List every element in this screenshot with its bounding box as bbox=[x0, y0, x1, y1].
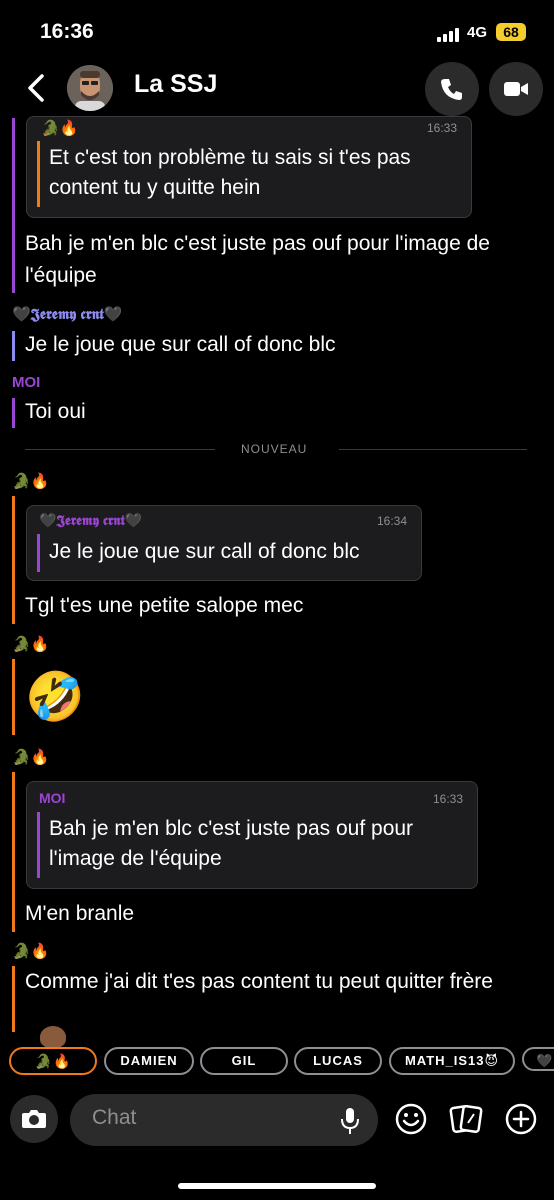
mention-chip[interactable]: GIL bbox=[200, 1047, 288, 1075]
emoji-button[interactable] bbox=[394, 1102, 428, 1136]
camera-button[interactable] bbox=[10, 1095, 58, 1143]
smiley-icon bbox=[395, 1103, 427, 1135]
quote-sender: 🐊🔥 bbox=[41, 120, 79, 137]
quote-text: Je le joue que sur call of donc blc bbox=[49, 540, 360, 563]
message-text: M'en branle bbox=[25, 902, 135, 925]
message-text: Bah je m'en blc c'est juste pas ouf pour… bbox=[25, 232, 490, 287]
home-indicator[interactable] bbox=[178, 1183, 376, 1189]
mention-chip[interactable]: 🐊🔥 bbox=[9, 1047, 97, 1075]
message-text: Tgl t'es une petite salope mec bbox=[25, 594, 304, 617]
mention-chip[interactable]: MATH_IS13😈 bbox=[389, 1047, 515, 1075]
quote-text: Bah je m'en blc c'est juste pas ouf pour… bbox=[49, 817, 414, 870]
sticker-button[interactable] bbox=[448, 1102, 484, 1136]
mention-chip[interactable]: 🖤 bbox=[522, 1047, 554, 1071]
bitmoji-avatar-icon bbox=[67, 65, 113, 111]
call-button[interactable] bbox=[425, 62, 479, 116]
back-button[interactable] bbox=[22, 70, 52, 106]
video-camera-icon bbox=[504, 82, 528, 96]
mention-chip[interactable]: DAMIEN bbox=[104, 1047, 194, 1075]
message-text: Comme j'ai dit t'es pas content tu peut … bbox=[25, 970, 493, 993]
battery-level: 68 bbox=[496, 23, 526, 41]
sender-name: 🐊🔥 bbox=[12, 473, 50, 490]
microphone-button[interactable] bbox=[338, 1106, 362, 1136]
message-bar bbox=[12, 496, 15, 624]
sender-name: MOI bbox=[12, 374, 41, 391]
video-call-button[interactable] bbox=[489, 62, 543, 116]
sender-name: 🐊🔥 bbox=[12, 636, 50, 653]
chevron-left-icon bbox=[28, 74, 44, 102]
message-bar bbox=[12, 331, 15, 361]
message-text: Toi oui bbox=[25, 400, 86, 423]
quote-bar bbox=[37, 141, 40, 207]
sender-name: 🖤𝕵𝖊𝖗𝖊𝖒𝖞 𝖈𝖗𝖓𝖙🖤 bbox=[12, 306, 123, 323]
new-messages-divider: NOUVEAU bbox=[241, 442, 308, 456]
typing-avatar bbox=[40, 1026, 66, 1048]
message-bar bbox=[12, 659, 15, 735]
quote-sender: 🖤𝕵𝖊𝖗𝖊𝖒𝖞 𝖈𝖗𝖓𝖙🖤 bbox=[39, 512, 143, 528]
status-time: 16:36 bbox=[40, 20, 94, 43]
quoted-message[interactable]: MOI 16:33 Bah je m'en blc c'est juste pa… bbox=[26, 781, 478, 889]
message-bar bbox=[12, 118, 15, 293]
quote-bar bbox=[37, 812, 40, 878]
add-button[interactable] bbox=[504, 1102, 538, 1136]
group-avatar[interactable] bbox=[67, 65, 113, 111]
cards-icon bbox=[449, 1105, 483, 1133]
quote-sender: MOI bbox=[39, 790, 66, 806]
mention-chip[interactable]: LUCAS bbox=[294, 1047, 382, 1075]
quote-bar bbox=[37, 534, 40, 572]
microphone-icon bbox=[341, 1108, 359, 1134]
emoji-message: 🤣 bbox=[25, 671, 85, 724]
message-bar bbox=[12, 398, 15, 428]
phone-icon bbox=[441, 79, 462, 100]
quoted-message[interactable]: 🖤𝕵𝖊𝖗𝖊𝖒𝖞 𝖈𝖗𝖓𝖙🖤 16:34 Je le joue que sur c… bbox=[26, 505, 422, 581]
chat-title[interactable]: La SSJ bbox=[134, 70, 217, 99]
message-text: Je le joue que sur call of donc blc bbox=[25, 333, 336, 356]
quote-time: 16:33 bbox=[427, 121, 458, 135]
divider-line bbox=[25, 449, 215, 450]
quote-time: 16:33 bbox=[433, 792, 464, 806]
sender-name: 🐊🔥 bbox=[12, 749, 50, 766]
message-bar bbox=[12, 966, 15, 1032]
camera-icon bbox=[22, 1110, 46, 1128]
signal-icon bbox=[437, 28, 459, 42]
plus-icon bbox=[505, 1103, 537, 1135]
network-type: 4G bbox=[467, 24, 488, 41]
message-bar bbox=[12, 772, 15, 932]
quote-time: 16:34 bbox=[377, 514, 408, 528]
sender-name: 🐊🔥 bbox=[12, 943, 50, 960]
quote-text: Et c'est ton problème tu sais si t'es pa… bbox=[49, 146, 411, 199]
chat-input-placeholder: Chat bbox=[92, 1106, 137, 1129]
quoted-message[interactable]: 🐊🔥 16:33 Et c'est ton problème tu sais s… bbox=[26, 116, 472, 218]
divider-line bbox=[339, 449, 527, 450]
